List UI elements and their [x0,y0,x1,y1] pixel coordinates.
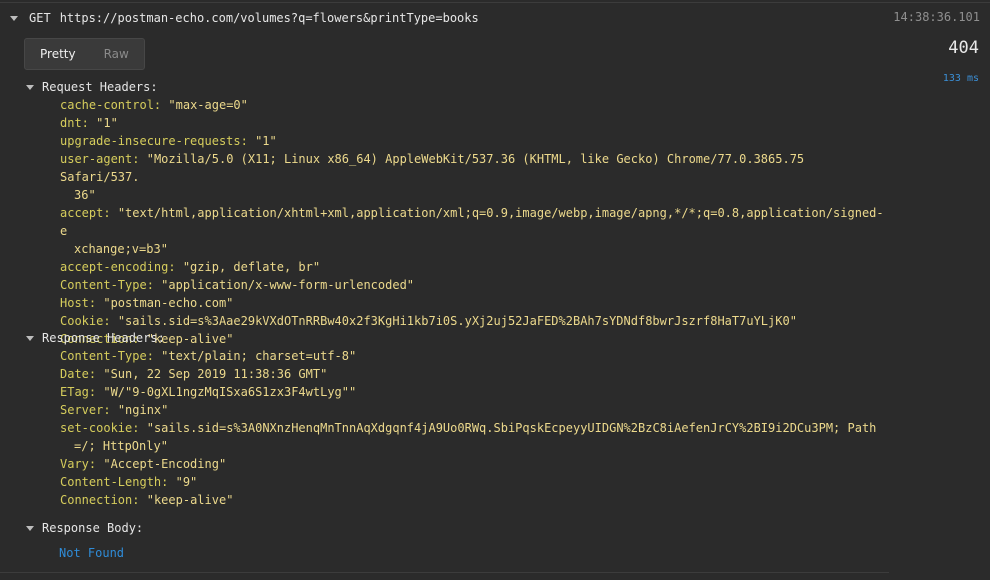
collapse-caret-icon[interactable] [10,15,18,21]
header-key: set-cookie: [60,421,140,435]
header-row: Vary: "Accept-Encoding" [26,455,886,473]
header-key: Connection: [60,493,140,507]
header-value: "sails.sid=s%3Aae29kVXdOTnRRBw40x2f3KgHi… [117,314,797,328]
header-value: "Sun, 22 Sep 2019 11:38:36 GMT" [103,367,328,381]
request-headers-list: cache-control: "max-age=0" dnt: "1" upgrad… [26,96,886,348]
header-key: accept-encoding: [60,260,176,274]
header-row: upgrade-insecure-requests: "1" [26,132,886,150]
view-mode-toggle: Pretty Raw [24,38,145,70]
header-value-continuation: 36" [74,188,96,202]
header-key: ETag: [60,385,97,399]
header-value: "postman-echo.com" [103,296,234,310]
header-row: Date: "Sun, 22 Sep 2019 11:38:36 GMT" [26,365,886,383]
header-row: accept-encoding: "gzip, deflate, br" [26,258,886,276]
header-value: "Mozilla/5.0 (X11; Linux x86_64) AppleWe… [60,152,805,184]
header-value: "text/html,application/xhtml+xml,applica… [60,206,884,238]
header-row: cache-control: "max-age=0" [26,96,886,114]
header-value-continuation: =/; HttpOnly" [74,439,168,453]
header-value: "1" [255,134,277,148]
response-body-toggle[interactable]: Response Body: [26,519,143,537]
header-row: Content-Length: "9" [26,473,886,491]
header-row: Cookie: "sails.sid=s%3Aae29kVXdOTnRRBw40… [26,312,886,330]
header-value: "text/plain; charset=utf-8" [161,349,357,363]
header-row: ETag: "W/"9-0gXL1ngzMqISxa6S1zx3F4wtLyg"… [26,383,886,401]
bottom-divider [0,572,889,573]
response-time: 133 ms [942,73,979,84]
status-code: 404 [948,38,979,58]
request-method: GET [29,11,51,25]
header-key: Content-Type: [60,278,154,292]
header-value: "W/"9-0gXL1ngzMqISxa6S1zx3F4wtLyg"" [103,385,357,399]
tab-pretty[interactable]: Pretty [25,47,76,61]
tab-raw[interactable]: Raw [76,47,129,61]
header-value: "1" [96,116,118,130]
header-key: upgrade-insecure-requests: [60,134,248,148]
header-row: Server: "nginx" [26,401,886,419]
request-headers-section: Request Headers: cache-control: "max-age… [26,78,886,348]
request-summary[interactable]: GET https://postman-echo.com/volumes?q=f… [8,9,479,27]
collapse-caret-icon[interactable] [26,525,34,531]
header-key: user-agent: [60,152,140,166]
header-value: "sails.sid=s%3A0NXnzHenqMnTnnAqXdgqnf4jA… [146,421,877,435]
request-headers-toggle[interactable]: Request Headers: [26,78,886,96]
header-value: "max-age=0" [168,98,248,112]
header-key: Content-Type: [60,349,154,363]
collapse-caret-icon[interactable] [26,84,34,90]
top-divider [0,2,990,3]
header-key: accept: [60,206,111,220]
section-title: Response Body: [42,521,144,535]
header-row: Connection: "keep-alive" [26,491,886,509]
response-body-content: Not Found [59,546,125,560]
response-headers-section: Response Headers: Content-Type: "text/pl… [26,329,886,509]
header-value: "application/x-www-form-urlencoded" [161,278,415,292]
header-key: dnt: [60,116,89,130]
request-url: https://postman-echo.com/volumes?q=flowe… [59,11,479,25]
header-key: Date: [60,367,97,381]
header-value: "gzip, deflate, br" [182,260,321,274]
header-value: "nginx" [117,403,169,417]
header-key: Content-Length: [60,475,169,489]
section-title: Response Headers: [42,331,165,345]
header-value: "keep-alive" [146,493,234,507]
header-key: Cookie: [60,314,111,328]
header-key: Server: [60,403,111,417]
request-timestamp: 14:38:36.101 [893,10,980,24]
header-key: cache-control: [60,98,162,112]
header-value: "9" [175,475,198,489]
header-row: Content-Type: "application/x-www-form-ur… [26,276,886,294]
collapse-caret-icon[interactable] [26,335,34,341]
header-row: set-cookie: "sails.sid=s%3A0NXnzHenqMnTn… [26,419,886,455]
header-row: Host: "postman-echo.com" [26,294,886,312]
header-row: Content-Type: "text/plain; charset=utf-8… [26,347,886,365]
header-value-continuation: xchange;v=b3" [74,242,168,256]
response-body-section: Response Body: [26,519,143,537]
header-value: "Accept-Encoding" [103,457,227,471]
section-title: Request Headers: [42,80,158,94]
header-key: Vary: [60,457,97,471]
response-headers-list: Content-Type: "text/plain; charset=utf-8… [26,347,886,509]
header-row: dnt: "1" [26,114,886,132]
response-headers-toggle[interactable]: Response Headers: [26,329,886,347]
header-row: accept: "text/html,application/xhtml+xml… [26,204,886,258]
header-key: Host: [60,296,97,310]
header-row: user-agent: "Mozilla/5.0 (X11; Linux x86… [26,150,886,204]
